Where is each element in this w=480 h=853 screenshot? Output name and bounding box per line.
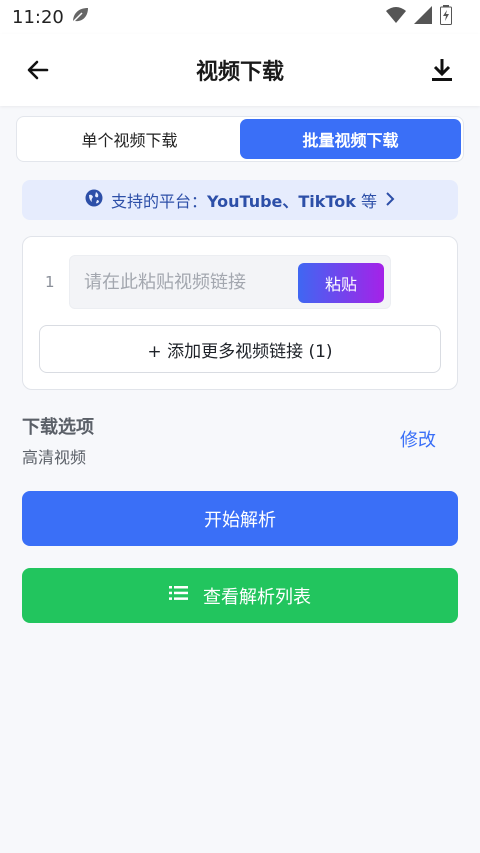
list-icon [169,585,189,606]
paste-button[interactable]: 粘贴 [298,263,384,303]
leaf-icon [70,5,90,29]
download-mode-switch: 单个视频下载 批量视频下载 [16,116,464,162]
add-more-label: + 添加更多视频链接 (1) [147,341,333,362]
video-link-input[interactable] [84,271,284,293]
chevron-right-icon [385,191,395,210]
arrow-left-icon [27,60,49,80]
download-button[interactable] [426,54,458,86]
supported-platforms-banner[interactable]: 支持的平台：YouTube、TikTok 等 [22,180,458,220]
platform-suffix: 等 [360,192,377,211]
tab-single-download[interactable]: 单个视频下载 [19,119,240,159]
link-input-box: 粘贴 [69,255,391,309]
app-bar: 视频下载 [0,34,480,106]
view-parse-list-button[interactable]: 查看解析列表 [22,568,458,623]
download-options-title: 下载选项 [22,417,94,438]
tab-single-label: 单个视频下载 [81,131,178,150]
download-icon [432,59,452,81]
platform-list: YouTube、TikTok [207,192,356,211]
link-row-index: 1 [45,273,55,291]
status-time: 11:20 [12,6,64,28]
page-title: 视频下载 [195,60,284,85]
platform-prefix: 支持的平台： [111,192,208,211]
status-left: 11:20 [12,5,90,29]
tab-batch-label: 批量视频下载 [302,131,399,150]
start-parse-button[interactable]: 开始解析 [22,491,458,546]
status-bar: 11:20 [0,0,480,34]
link-input-card: 1 粘贴 + 添加更多视频链接 (1) [22,236,458,390]
back-button[interactable] [22,54,54,86]
globe-icon [85,189,103,211]
start-parse-label: 开始解析 [204,509,276,531]
edit-options-link[interactable]: 修改 [400,426,436,452]
view-parse-list-label: 查看解析列表 [203,586,311,608]
tab-batch-download[interactable]: 批量视频下载 [240,119,461,159]
status-right [386,5,452,29]
add-more-links-button[interactable]: + 添加更多视频链接 (1) [39,325,441,373]
wifi-icon [386,6,406,28]
battery-icon [440,5,452,29]
download-options-value: 高清视频 [22,448,87,467]
signal-icon [414,6,432,28]
